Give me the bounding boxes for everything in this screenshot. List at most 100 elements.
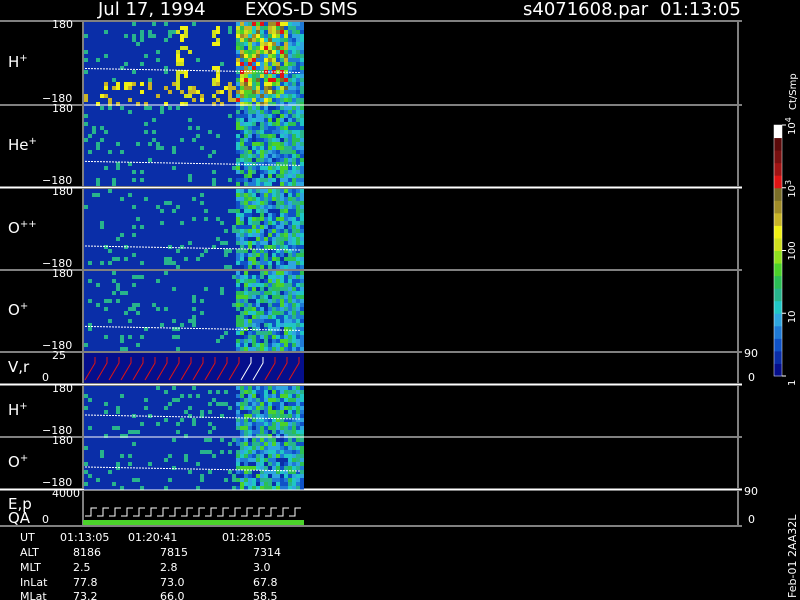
spectro-cell — [104, 150, 108, 154]
spectro-cell — [260, 343, 264, 347]
spectro-cell — [140, 217, 144, 221]
spectro-cell — [268, 90, 272, 94]
spectro-cell — [104, 62, 108, 66]
spectro-cell — [124, 122, 128, 126]
spectro-cell — [168, 182, 172, 186]
spectro-cell — [188, 201, 192, 205]
spectro-cell — [180, 386, 184, 390]
spectro-cell — [196, 430, 200, 434]
spectro-cell — [156, 138, 160, 142]
spectro-cell — [224, 229, 228, 233]
spectro-cell — [216, 205, 220, 209]
spectro-cell — [208, 110, 212, 114]
spectro-cell — [188, 154, 192, 158]
spectro-cell — [220, 213, 224, 217]
spectro-cell — [200, 257, 204, 261]
spectro-cell — [180, 178, 184, 182]
spectro-cell — [136, 182, 140, 186]
spectro-cell — [252, 311, 256, 315]
spectro-cell — [256, 78, 260, 82]
spectro-cell — [204, 50, 208, 54]
spectro-cell — [272, 221, 276, 225]
spectro-cell — [200, 295, 204, 299]
spectro-cell — [192, 339, 196, 343]
spectro-cell — [176, 94, 180, 98]
spectro-cell — [248, 291, 252, 295]
spectro-cell — [168, 402, 172, 406]
spectro-cell — [208, 122, 212, 126]
spectro-cell — [212, 154, 216, 158]
spectro-cell — [284, 213, 288, 217]
spectro-cell — [176, 201, 180, 205]
spectro-cell — [288, 126, 292, 130]
spectro-cell — [224, 279, 228, 283]
spectro-cell — [228, 209, 232, 213]
spectro-cell — [264, 213, 268, 217]
spectro-cell — [160, 42, 164, 46]
spectro-cell — [232, 74, 236, 78]
spectro-cell — [168, 98, 172, 102]
spectro-cell — [268, 327, 272, 331]
spectro-cell — [132, 271, 136, 275]
spectro-cell — [264, 78, 268, 82]
spectro-cell — [188, 106, 192, 110]
spectro-cell — [196, 154, 200, 158]
spectro-cell — [120, 335, 124, 339]
spectro-cell — [176, 319, 180, 323]
spectro-cell — [224, 154, 228, 158]
spectro-cell — [276, 253, 280, 257]
spectro-cell — [276, 26, 280, 30]
spectro-cell — [208, 271, 212, 275]
spectro-cell — [140, 209, 144, 213]
spectro-cell — [232, 249, 236, 253]
spectro-cell — [172, 253, 176, 257]
spectro-cell — [220, 307, 224, 311]
spectro-cell — [268, 347, 272, 351]
spectro-cell — [148, 26, 152, 30]
spectro-cell — [232, 118, 236, 122]
spectro-cell — [116, 217, 120, 221]
spectro-cell — [104, 343, 108, 347]
spectro-cell — [132, 430, 136, 434]
spectro-cell — [188, 66, 192, 70]
spectro-cell — [148, 319, 152, 323]
spectro-cell — [220, 42, 224, 46]
spectro-cell — [88, 402, 92, 406]
spectro-cell — [124, 418, 128, 422]
spectro-cell — [244, 319, 248, 323]
spectro-cell — [88, 197, 92, 201]
spectro-cell — [236, 189, 240, 193]
spectro-cell — [128, 426, 132, 430]
spectro-cell — [196, 225, 200, 229]
spectro-cell — [292, 221, 296, 225]
spectro-cell — [264, 189, 268, 193]
spectro-cell — [104, 257, 108, 261]
spectro-cell — [264, 307, 268, 311]
spectro-cell — [176, 257, 180, 261]
spectro-cell — [184, 66, 188, 70]
spectro-cell — [180, 253, 184, 257]
spectro-cell — [204, 134, 208, 138]
spectro-cell — [104, 94, 108, 98]
spectro-cell — [240, 142, 244, 146]
spectro-cell — [100, 22, 104, 26]
spectro-cell — [268, 98, 272, 102]
spectro-cell — [100, 257, 104, 261]
spectro-cell — [228, 42, 232, 46]
spectro-cell — [92, 98, 96, 102]
spectro-cell — [156, 315, 160, 319]
spectro-cell — [240, 22, 244, 26]
spectro-cell — [188, 166, 192, 170]
spectro-cell — [104, 70, 108, 74]
spectro-cell — [296, 283, 300, 287]
spectro-cell — [156, 82, 160, 86]
spectro-cell — [112, 303, 116, 307]
spectro-cell — [192, 237, 196, 241]
spectro-cell — [248, 237, 252, 241]
spectro-cell — [216, 213, 220, 217]
spectro-cell — [232, 146, 236, 150]
spectro-cell — [148, 205, 152, 209]
spectro-cell — [268, 30, 272, 34]
spectro-cell — [164, 118, 168, 122]
spectro-cell — [272, 315, 276, 319]
